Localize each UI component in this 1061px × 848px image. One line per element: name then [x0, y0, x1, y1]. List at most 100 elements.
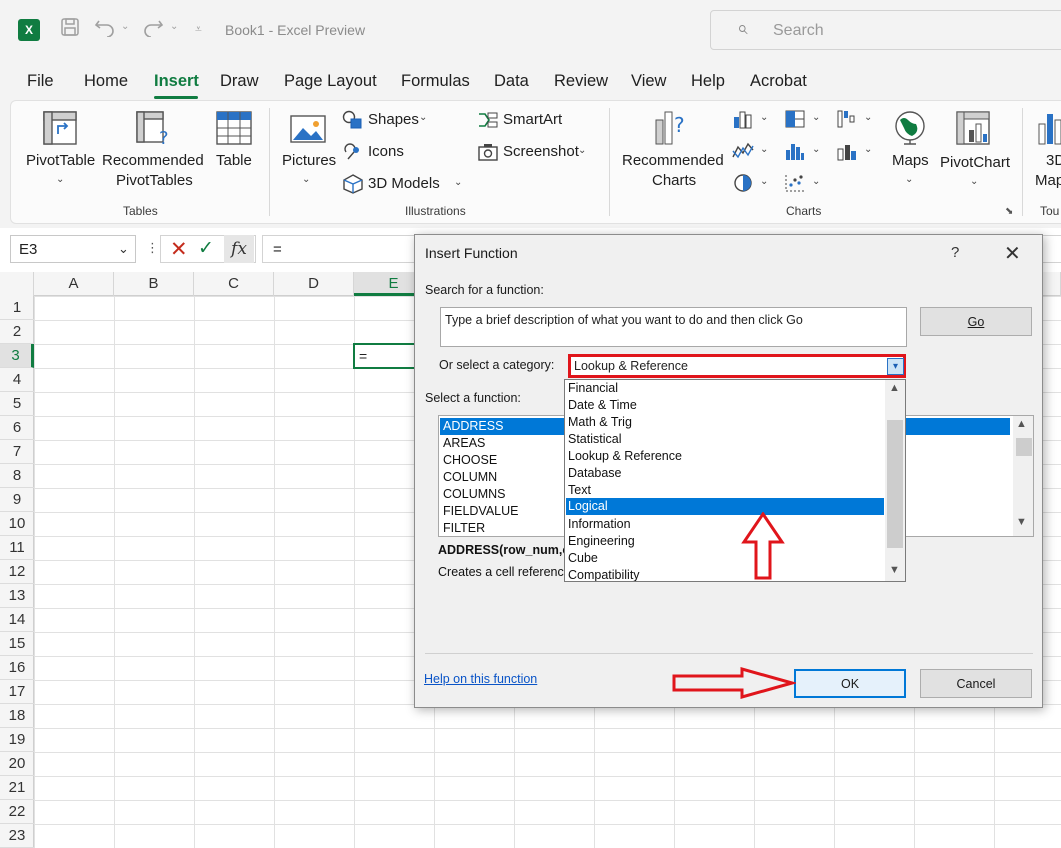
combo-chart-icon[interactable] — [836, 141, 858, 166]
line-chart-dropdown-icon[interactable]: ⌄ — [760, 144, 768, 155]
dialog-launcher-icon[interactable]: ⬊ — [1005, 206, 1013, 217]
recommended-pivottables-icon[interactable]: ? — [135, 110, 171, 151]
scatter-chart-dropdown-icon[interactable]: ⌄ — [812, 176, 820, 187]
save-icon[interactable] — [60, 17, 80, 43]
statistic-chart-dropdown-icon[interactable]: ⌄ — [812, 144, 820, 155]
pivot-table-button[interactable]: PivotTable — [26, 151, 95, 171]
pivotchart-button[interactable]: PivotChart — [940, 153, 1010, 173]
tab-home[interactable]: Home — [84, 72, 128, 91]
recommended-charts-label-2[interactable]: Charts — [652, 171, 696, 191]
category-option[interactable]: Date & Time — [568, 397, 884, 414]
column-header[interactable]: A — [34, 272, 114, 296]
row-header[interactable]: 5 — [0, 392, 34, 416]
tab-draw[interactable]: Draw — [220, 72, 259, 91]
tab-review[interactable]: Review — [554, 72, 608, 91]
hierarchy-chart-dropdown-icon[interactable]: ⌄ — [812, 112, 820, 123]
cancel-button[interactable]: Cancel — [920, 669, 1032, 698]
column-chart-icon[interactable] — [732, 109, 754, 134]
tab-acrobat[interactable]: Acrobat — [750, 72, 807, 91]
row-header[interactable]: 11 — [0, 536, 34, 560]
tab-view[interactable]: View — [631, 72, 666, 91]
row-header[interactable]: 19 — [0, 728, 34, 752]
row-header[interactable]: 14 — [0, 608, 34, 632]
scroll-thumb[interactable] — [1016, 438, 1032, 456]
close-icon[interactable]: ✕ — [1004, 241, 1021, 266]
icons-icon[interactable] — [342, 142, 364, 167]
tab-help[interactable]: Help — [691, 72, 725, 91]
function-list-scrollbar[interactable]: ▲ ▼ — [1013, 416, 1033, 536]
category-option[interactable]: Database — [568, 465, 884, 482]
recommended-pivottables-label-2[interactable]: PivotTables — [116, 171, 193, 191]
maps-icon[interactable] — [892, 110, 928, 151]
pivot-table-dropdown-icon[interactable]: ⌄ — [56, 174, 64, 185]
chevron-down-icon[interactable]: ▾ — [887, 358, 904, 375]
pictures-button[interactable]: Pictures — [282, 151, 336, 171]
row-header[interactable]: 16 — [0, 656, 34, 680]
tab-page-layout[interactable]: Page Layout — [284, 72, 377, 91]
3d-models-icon[interactable] — [342, 174, 364, 199]
tab-file[interactable]: File — [27, 72, 54, 91]
function-item[interactable]: COLUMN — [443, 469, 497, 486]
category-option[interactable]: Text — [568, 482, 884, 499]
name-box[interactable]: E3 ⌄ — [10, 235, 136, 263]
category-option-highlighted[interactable]: Logical — [568, 498, 884, 515]
scroll-down-icon[interactable]: ▼ — [889, 564, 900, 576]
screenshot-dropdown-icon[interactable]: ⌄ — [578, 145, 586, 156]
tab-insert[interactable]: Insert — [154, 72, 199, 91]
smartart-icon[interactable] — [477, 110, 499, 135]
category-option[interactable]: Compatibility — [568, 567, 884, 581]
row-header[interactable]: 13 — [0, 584, 34, 608]
scatter-chart-icon[interactable] — [784, 173, 806, 198]
confirm-entry-icon[interactable]: ✓ — [198, 237, 214, 260]
table-icon[interactable] — [216, 110, 252, 151]
function-item[interactable]: CHOOSE — [443, 452, 497, 469]
scroll-thumb[interactable] — [887, 420, 903, 548]
function-search-input[interactable]: Type a brief description of what you wan… — [440, 307, 907, 347]
column-chart-dropdown-icon[interactable]: ⌄ — [760, 112, 768, 123]
function-item[interactable]: FIELDVALUE — [443, 503, 519, 520]
recommended-pivottables-label-1[interactable]: Recommended — [102, 151, 204, 171]
category-option[interactable]: Engineering — [568, 533, 884, 550]
icons-button[interactable]: Icons — [368, 143, 404, 160]
scroll-up-icon[interactable]: ▲ — [1016, 418, 1027, 430]
search-box[interactable]: ⌕ Search — [710, 10, 1061, 50]
pictures-icon[interactable] — [290, 112, 326, 153]
shapes-icon[interactable] — [342, 110, 364, 135]
3d-models-button[interactable]: 3D Models — [368, 175, 440, 192]
screenshot-icon[interactable] — [477, 142, 499, 167]
more-options-icon[interactable]: ⋮ — [146, 240, 159, 256]
function-item[interactable]: AREAS — [443, 435, 485, 452]
category-option[interactable]: Information — [568, 516, 884, 533]
category-option[interactable]: Lookup & Reference — [568, 448, 884, 465]
statistic-chart-icon[interactable] — [784, 141, 806, 166]
category-dropdown-list[interactable]: Financial Date & Time Math & Trig Statis… — [564, 379, 906, 582]
hierarchy-chart-icon[interactable] — [784, 109, 806, 134]
undo-dropdown-icon[interactable]: ⌄ — [121, 21, 129, 32]
cancel-entry-icon[interactable]: ✕ — [170, 237, 188, 262]
redo-dropdown-icon[interactable]: ⌄ — [170, 21, 178, 32]
scroll-down-icon[interactable]: ▼ — [1016, 516, 1027, 528]
row-header[interactable]: 23 — [0, 824, 34, 848]
recommended-charts-label-1[interactable]: Recommended — [622, 151, 724, 171]
row-header[interactable]: 12 — [0, 560, 34, 584]
row-header[interactable]: 7 — [0, 440, 34, 464]
3d-map-icon[interactable] — [1037, 110, 1061, 151]
shapes-button[interactable]: Shapes — [368, 111, 419, 128]
maps-button[interactable]: Maps — [892, 151, 929, 171]
row-header[interactable]: 20 — [0, 752, 34, 776]
pivotchart-dropdown-icon[interactable]: ⌄ — [970, 176, 978, 187]
category-select[interactable]: Lookup & Reference ▾ — [568, 354, 906, 378]
row-header[interactable]: 4 — [0, 368, 34, 392]
3d-map-label-2[interactable]: Map — [1035, 171, 1061, 191]
pie-chart-dropdown-icon[interactable]: ⌄ — [760, 176, 768, 187]
tab-data[interactable]: Data — [494, 72, 529, 91]
waterfall-chart-dropdown-icon[interactable]: ⌄ — [864, 112, 872, 123]
function-item[interactable]: COLUMNS — [443, 486, 506, 503]
3d-models-dropdown-icon[interactable]: ⌄ — [454, 177, 462, 188]
row-header-active[interactable]: 3 — [0, 344, 34, 368]
category-option[interactable]: Statistical — [568, 431, 884, 448]
column-header[interactable]: D — [274, 272, 354, 296]
ok-button[interactable]: OK — [794, 669, 906, 698]
3d-map-label-1[interactable]: 3D — [1046, 151, 1061, 171]
column-header[interactable]: C — [194, 272, 274, 296]
